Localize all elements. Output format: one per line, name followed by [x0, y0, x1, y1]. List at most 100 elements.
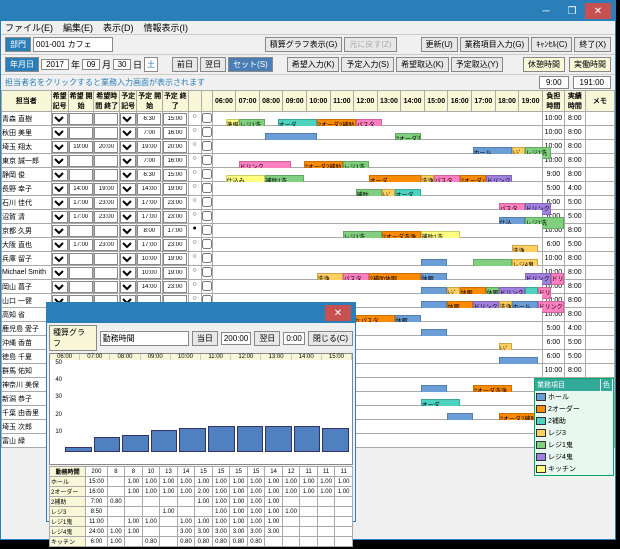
yotei-end-input[interactable] [163, 211, 187, 223]
yotei-start-input[interactable] [137, 253, 161, 265]
yotei-end-input[interactable] [163, 141, 187, 153]
kibo-end-input[interactable] [94, 253, 118, 265]
kibo-kigo-select[interactable] [52, 197, 68, 209]
kibo-button[interactable]: 希望入力(K) [287, 57, 340, 72]
kibo-start-input[interactable] [69, 183, 93, 195]
yotei-end-input[interactable] [163, 281, 187, 293]
yotei-start-input[interactable] [137, 211, 161, 223]
yotei-end-input[interactable] [163, 155, 187, 167]
kibo-end-input[interactable] [94, 169, 118, 181]
yotei-kigo-select[interactable]: 遅2 [120, 197, 136, 209]
staff-name[interactable]: 新潟 恭子 [2, 392, 52, 406]
yotei-kigo-select[interactable]: 早3 [120, 127, 136, 139]
row-checkbox[interactable] [202, 155, 212, 165]
staff-name[interactable]: 岡山 菖子 [2, 280, 52, 294]
staff-name[interactable]: 青森 直樹 [2, 112, 52, 126]
row-checkbox[interactable] [202, 225, 212, 235]
memo-cell[interactable] [585, 364, 614, 378]
memo-cell[interactable] [585, 196, 614, 210]
kibo-kigo-select[interactable] [52, 127, 68, 139]
staff-name[interactable]: 東京 誠一郎 [2, 154, 52, 168]
gyomu-button[interactable]: 業務項目入力(G) [460, 37, 530, 52]
staff-name[interactable]: 大阪 直也 [2, 238, 52, 252]
kibo-end-input[interactable] [94, 211, 118, 223]
kibo-kigo-select[interactable] [52, 281, 68, 293]
staff-name[interactable]: 秋田 美里 [2, 126, 52, 140]
menu-edit[interactable]: 編集(E) [63, 21, 93, 34]
yotei-kigo-select[interactable]: 早2 [120, 169, 136, 181]
yotei-start-input[interactable] [137, 197, 161, 209]
yotei-start-input[interactable] [137, 267, 161, 279]
menu-info[interactable]: 情報表示(I) [144, 21, 189, 34]
set-button[interactable]: セット(S) [228, 57, 273, 72]
memo-cell[interactable] [585, 322, 614, 336]
row-checkbox[interactable] [202, 211, 212, 221]
yotei-end-input[interactable] [163, 197, 187, 209]
kibo-kigo-select[interactable] [52, 183, 68, 195]
chart-kind-select[interactable]: 勤務時間 [100, 331, 189, 346]
kibo-end-input[interactable] [94, 113, 118, 125]
kibo-start-input[interactable] [69, 127, 93, 139]
staff-name[interactable]: 石川 佳代 [2, 196, 52, 210]
staff-name[interactable]: 静岡 俊 [2, 168, 52, 182]
memo-cell[interactable] [585, 168, 614, 182]
yotei-start-input[interactable] [137, 113, 161, 125]
yotei-button[interactable]: 予定入力(S) [341, 57, 394, 72]
staff-name[interactable]: 群馬 佑知 [2, 364, 52, 378]
kibo-start-input[interactable] [69, 211, 93, 223]
staff-name[interactable]: 神奈川 美保 [2, 378, 52, 392]
row-checkbox[interactable] [202, 113, 212, 123]
kibo-start-input[interactable] [69, 197, 93, 209]
chart-close-btn[interactable]: 閉じる(C) [308, 331, 353, 346]
row-checkbox[interactable] [202, 253, 212, 263]
row-checkbox[interactable] [202, 141, 212, 151]
memo-cell[interactable] [585, 112, 614, 126]
yoteitori-button[interactable]: 予定取込(Y) [451, 57, 504, 72]
yotei-kigo-select[interactable]: 遅2 [120, 239, 136, 251]
memo-cell[interactable] [585, 280, 614, 294]
kibo-end-input[interactable] [94, 225, 118, 237]
yotei-kigo-select[interactable]: 遅2 [120, 211, 136, 223]
yotei-end-input[interactable] [163, 225, 187, 237]
memo-cell[interactable] [585, 126, 614, 140]
year-input[interactable] [41, 59, 69, 70]
yotei-kigo-select[interactable] [120, 281, 136, 293]
kibo-start-input[interactable] [69, 267, 93, 279]
yotei-start-input[interactable] [137, 155, 161, 167]
yotei-end-input[interactable] [163, 267, 187, 279]
close-button[interactable]: ✕ [585, 3, 611, 19]
kibo-start-input[interactable] [69, 281, 93, 293]
legend-row[interactable]: レジ4鬼 [535, 451, 613, 463]
task-bar[interactable]: ドリンク [551, 273, 564, 285]
kibo-end-input[interactable] [94, 281, 118, 293]
kibo-start-input[interactable] [69, 253, 93, 265]
yotei-kigo-select[interactable]: 遅出 [120, 141, 136, 153]
yotei-kigo-select[interactable]: 遅1 [120, 183, 136, 195]
staff-name[interactable]: 兵庫 留子 [2, 252, 52, 266]
yotei-kigo-select[interactable]: 日勤 [120, 253, 136, 265]
cancel-button[interactable]: ｷｬﾝｾﾙ(C) [531, 37, 572, 52]
yotei-end-input[interactable] [163, 253, 187, 265]
memo-cell[interactable] [585, 224, 614, 238]
menu-file[interactable]: ファイル(E) [5, 21, 53, 34]
yotei-end-input[interactable] [163, 183, 187, 195]
staff-name[interactable]: Michael Smith [2, 266, 52, 280]
kibo-start-input[interactable] [69, 141, 93, 153]
kibo-kigo-select[interactable] [52, 225, 68, 237]
update-button[interactable]: 更新(U) [421, 37, 458, 52]
memo-cell[interactable] [585, 336, 614, 350]
legend-row[interactable]: レジ3 [535, 427, 613, 439]
staff-name[interactable]: 沼賀 清 [2, 210, 52, 224]
legend-row[interactable]: 2補助 [535, 415, 613, 427]
yotei-end-input[interactable] [163, 127, 187, 139]
kibo-end-input[interactable] [94, 239, 118, 251]
yotei-start-input[interactable] [137, 183, 161, 195]
staff-name[interactable]: 鹿児島 愛子 [2, 322, 52, 336]
memo-cell[interactable] [585, 252, 614, 266]
staff-name[interactable]: 埼玉 翔太 [2, 140, 52, 154]
memo-cell[interactable] [585, 210, 614, 224]
staff-name[interactable]: 埼玉 次郎 [2, 420, 52, 434]
kibo-kigo-select[interactable] [52, 141, 68, 153]
memo-cell[interactable] [585, 154, 614, 168]
kibo-start-input[interactable] [69, 155, 93, 167]
